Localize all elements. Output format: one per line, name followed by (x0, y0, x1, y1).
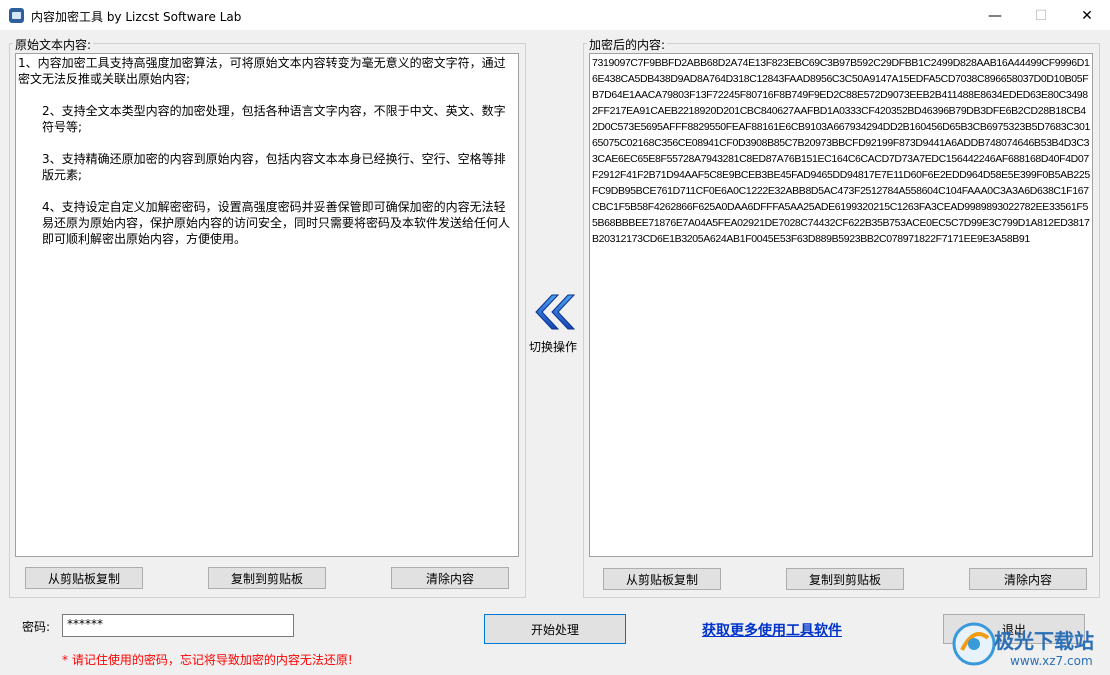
password-input[interactable]: ****** (62, 614, 294, 637)
minimize-button[interactable]: — (972, 0, 1018, 31)
watermark-text: 极光下载站 (994, 629, 1094, 653)
encrypted-content: 7319097C7F9BBFD2ABB68D2A74E13F823EBC69C3… (592, 57, 1090, 245)
window-title: 内容加密工具 by Lizcst Software Lab (31, 10, 242, 24)
password-warning: * 请记住使用的密码，忘记将导致加密的内容无法还原! (62, 653, 353, 667)
right-clear-button[interactable]: 清除内容 (969, 568, 1087, 590)
encrypted-text-area[interactable]: 7319097C7F9BBFD2ABB68D2A74E13F823EBC69C3… (589, 53, 1093, 557)
maximize-button[interactable]: ☐ (1018, 0, 1064, 31)
left-clear-button[interactable]: 清除内容 (391, 567, 509, 589)
app-icon (9, 8, 24, 23)
original-text-area[interactable]: 1、内容加密工具支持高强度加密算法，可将原始文本内容转变为毫无意义的密文字符，通… (15, 53, 519, 557)
title-bar: 内容加密工具 by Lizcst Software Lab — ☐ ✕ (0, 0, 1110, 31)
encrypted-text-label: 加密后的内容: (587, 36, 668, 53)
password-label: 密码: (22, 620, 51, 634)
paragraph: 4、支持设定自定义加解密密码，设置高强度密码并妥善保管即可确保加密的内容无法轻易… (42, 200, 511, 246)
left-copy-button[interactable]: 复制到剪贴板 (208, 567, 326, 589)
left-paste-button[interactable]: 从剪贴板复制 (25, 567, 143, 589)
paragraph: 1、内容加密工具支持高强度加密算法，可将原始文本内容转变为毫无意义的密文字符，通… (18, 56, 506, 86)
paragraph: 3、支持精确还原加密的内容到原始内容，包括内容文本本身已经换行、空行、空格等排版… (42, 152, 506, 182)
paragraph: 2、支持全文本类型内容的加密处理，包括各种语言文字内容，不限于中文、英文、数字符… (42, 104, 506, 134)
original-text-label: 原始文本内容: (13, 36, 94, 53)
more-tools-link[interactable]: 获取更多使用工具软件 (702, 620, 842, 640)
switch-label[interactable]: 切换操作 (529, 338, 577, 355)
watermark-url: www.xz7.com (1010, 654, 1093, 668)
right-paste-button[interactable]: 从剪贴板复制 (603, 568, 721, 590)
double-chevron-left-icon[interactable] (532, 293, 576, 331)
close-button[interactable]: ✕ (1064, 0, 1110, 31)
start-button[interactable]: 开始处理 (484, 614, 626, 644)
right-copy-button[interactable]: 复制到剪贴板 (786, 568, 904, 590)
